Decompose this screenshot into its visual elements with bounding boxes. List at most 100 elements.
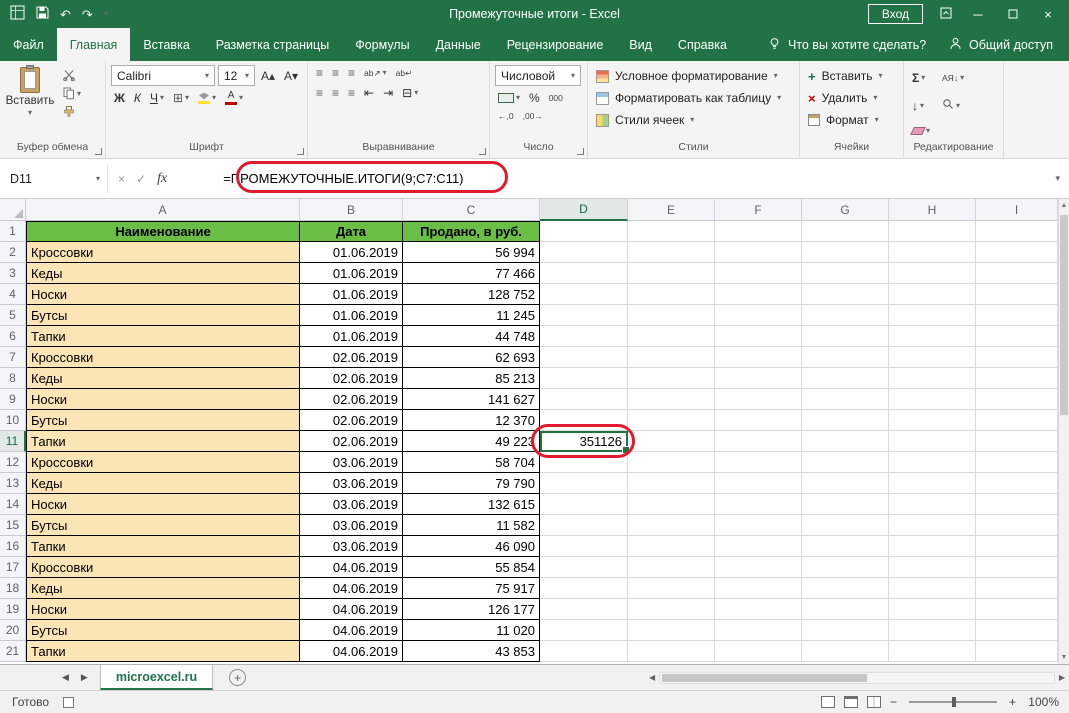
row-header-11[interactable]: 11: [0, 431, 26, 452]
col-header-d[interactable]: D: [540, 199, 628, 221]
cell-a4[interactable]: Носки: [26, 284, 300, 305]
cell-b9[interactable]: 02.06.2019: [300, 389, 403, 410]
cell-g9[interactable]: [802, 389, 889, 410]
col-header-b[interactable]: B: [300, 199, 403, 221]
cell-e7[interactable]: [628, 347, 715, 368]
cell-g10[interactable]: [802, 410, 889, 431]
minimize-button[interactable]: ─: [969, 8, 987, 21]
cell-e16[interactable]: [628, 536, 715, 557]
cell-g17[interactable]: [802, 557, 889, 578]
cell-c15[interactable]: 11 582: [403, 515, 540, 536]
cell-d15[interactable]: [540, 515, 628, 536]
cell-c3[interactable]: 77 466: [403, 263, 540, 284]
autosum-button[interactable]: Σ▾: [909, 70, 933, 86]
tell-me-search[interactable]: Что вы хотите сделать?: [768, 28, 926, 61]
cell-g1[interactable]: [802, 221, 889, 242]
cell-i1[interactable]: [976, 221, 1058, 242]
view-normal-button[interactable]: [821, 696, 835, 708]
cell-d3[interactable]: [540, 263, 628, 284]
cell-f10[interactable]: [715, 410, 802, 431]
hscroll-left-icon[interactable]: ◀: [649, 673, 655, 682]
paste-button[interactable]: Вставить ▾: [5, 65, 55, 141]
cell-i4[interactable]: [976, 284, 1058, 305]
cell-d1[interactable]: [540, 221, 628, 242]
sign-in-button[interactable]: Вход: [868, 4, 923, 24]
cell-a13[interactable]: Кеды: [26, 473, 300, 494]
cell-i2[interactable]: [976, 242, 1058, 263]
cell-c20[interactable]: 11 020: [403, 620, 540, 641]
cell-e18[interactable]: [628, 578, 715, 599]
name-box[interactable]: D11 ▾: [0, 165, 108, 193]
increase-indent-button[interactable]: ⇥: [380, 85, 396, 101]
row-header-19[interactable]: 19: [0, 599, 26, 620]
cell-h11[interactable]: [889, 431, 976, 452]
delete-cells-button[interactable]: × Удалить ▾: [805, 87, 898, 109]
cell-e5[interactable]: [628, 305, 715, 326]
zoom-slider-thumb[interactable]: [952, 697, 956, 707]
cell-b12[interactable]: 03.06.2019: [300, 452, 403, 473]
cell-b14[interactable]: 03.06.2019: [300, 494, 403, 515]
scroll-down-icon[interactable]: ▼: [1059, 654, 1069, 661]
cell-b5[interactable]: 01.06.2019: [300, 305, 403, 326]
cell-h8[interactable]: [889, 368, 976, 389]
alignment-dialog-launcher[interactable]: [479, 148, 486, 155]
zoom-level[interactable]: 100%: [1025, 695, 1059, 709]
format-painter-button[interactable]: [60, 105, 84, 119]
col-header-i[interactable]: I: [976, 199, 1058, 221]
cell-a14[interactable]: Носки: [26, 494, 300, 515]
cell-a16[interactable]: Тапки: [26, 536, 300, 557]
row-header-20[interactable]: 20: [0, 620, 26, 641]
cell-a8[interactable]: Кеды: [26, 368, 300, 389]
cell-a18[interactable]: Кеды: [26, 578, 300, 599]
row-header-6[interactable]: 6: [0, 326, 26, 347]
number-format-select[interactable]: Числовой▾: [495, 65, 581, 86]
cell-g15[interactable]: [802, 515, 889, 536]
insert-function-button[interactable]: fx: [157, 171, 167, 187]
tab-разметка-страницы[interactable]: Разметка страницы: [203, 28, 342, 61]
font-color-button[interactable]: А▾: [222, 90, 246, 106]
cell-f3[interactable]: [715, 263, 802, 284]
col-header-a[interactable]: A: [26, 199, 300, 221]
accounting-format-button[interactable]: ▾: [495, 92, 523, 104]
redo-button[interactable]: ↷: [82, 8, 93, 21]
align-left-button[interactable]: ≡: [313, 85, 326, 101]
sheet-nav-right-icon[interactable]: ▶: [81, 672, 88, 683]
cell-c16[interactable]: 46 090: [403, 536, 540, 557]
row-header-18[interactable]: 18: [0, 578, 26, 599]
cell-h20[interactable]: [889, 620, 976, 641]
cell-e19[interactable]: [628, 599, 715, 620]
number-dialog-launcher[interactable]: [577, 148, 584, 155]
cell-c9[interactable]: 141 627: [403, 389, 540, 410]
tab-file[interactable]: Файл: [0, 28, 57, 61]
cell-h15[interactable]: [889, 515, 976, 536]
vertical-scrollbar[interactable]: ▲ ▼: [1058, 199, 1069, 664]
cell-a15[interactable]: Бутсы: [26, 515, 300, 536]
comma-style-button[interactable]: 000: [546, 92, 566, 104]
cell-b13[interactable]: 03.06.2019: [300, 473, 403, 494]
cell-b17[interactable]: 04.06.2019: [300, 557, 403, 578]
cell-f18[interactable]: [715, 578, 802, 599]
cell-c6[interactable]: 44 748: [403, 326, 540, 347]
zoom-out-button[interactable]: −: [890, 695, 897, 709]
shrink-font-button[interactable]: А▾: [281, 68, 301, 84]
cell-c1[interactable]: Продано, в руб.: [403, 221, 540, 242]
conditional-formatting-button[interactable]: Условное форматирование ▾: [593, 65, 794, 87]
sort-filter-button[interactable]: АЯ↓▾: [939, 72, 967, 84]
cell-b8[interactable]: 02.06.2019: [300, 368, 403, 389]
cell-f21[interactable]: [715, 641, 802, 662]
cell-g16[interactable]: [802, 536, 889, 557]
fill-button[interactable]: ↓▾: [909, 98, 933, 114]
tab-справка[interactable]: Справка: [665, 28, 740, 61]
cell-i13[interactable]: [976, 473, 1058, 494]
enter-entry-icon[interactable]: ✓: [136, 172, 146, 186]
view-page-break-button[interactable]: [867, 696, 881, 708]
align-top-button[interactable]: ≡: [313, 65, 326, 81]
bold-button[interactable]: Ж: [111, 90, 128, 106]
cell-b7[interactable]: 02.06.2019: [300, 347, 403, 368]
cell-g3[interactable]: [802, 263, 889, 284]
cell-c11[interactable]: 49 223: [403, 431, 540, 452]
tab-главная[interactable]: Главная: [57, 28, 131, 61]
decrease-indent-button[interactable]: ⇤: [361, 85, 377, 101]
clipboard-dialog-launcher[interactable]: [95, 148, 102, 155]
tab-рецензирование[interactable]: Рецензирование: [494, 28, 617, 61]
